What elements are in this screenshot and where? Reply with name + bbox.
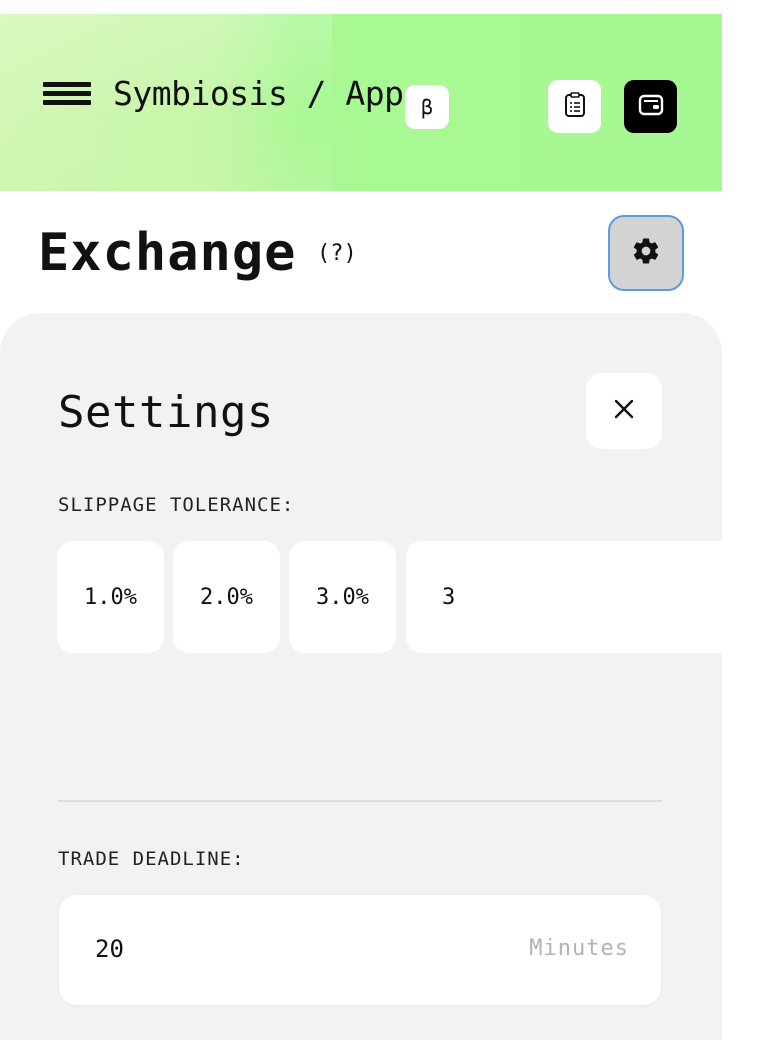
- slippage-custom-input[interactable]: 3: [406, 541, 736, 653]
- deadline-label: TRADE DEADLINE:: [58, 848, 245, 870]
- close-settings-button[interactable]: [586, 373, 662, 449]
- close-icon: [613, 398, 635, 424]
- trade-deadline-input[interactable]: 20 Minutes: [59, 895, 661, 1005]
- hamburger-menu-icon[interactable]: [43, 82, 91, 106]
- settings-toggle-button[interactable]: [608, 215, 684, 291]
- app-viewport: Symbiosis / App β Exchange (?) Settings …: [0, 0, 784, 1040]
- help-link[interactable]: (?): [317, 238, 357, 270]
- slippage-label: SLIPPAGE TOLERANCE:: [58, 494, 295, 516]
- brand-title[interactable]: Symbiosis / App: [113, 72, 404, 116]
- page-title: Exchange: [38, 223, 297, 283]
- slippage-option-3[interactable]: 3.0%: [289, 541, 396, 653]
- slippage-option-2[interactable]: 2.0%: [173, 541, 280, 653]
- clipboard-icon: [564, 91, 586, 122]
- slippage-custom-value: 3: [442, 584, 456, 610]
- section-divider: [58, 800, 662, 802]
- history-button[interactable]: [548, 80, 601, 133]
- settings-panel: Settings SLIPPAGE TOLERANCE: 1.0% 2.0% 3…: [0, 313, 736, 1040]
- slippage-option-1[interactable]: 1.0%: [57, 541, 164, 653]
- wallet-button[interactable]: [624, 80, 677, 133]
- deadline-value: 20: [95, 935, 124, 963]
- deadline-unit: Minutes: [529, 936, 629, 961]
- wallet-icon: [638, 94, 664, 120]
- gear-icon: [631, 236, 661, 270]
- settings-title: Settings: [58, 387, 274, 438]
- top-header: Symbiosis / App β: [0, 14, 722, 191]
- beta-badge: β: [405, 85, 449, 129]
